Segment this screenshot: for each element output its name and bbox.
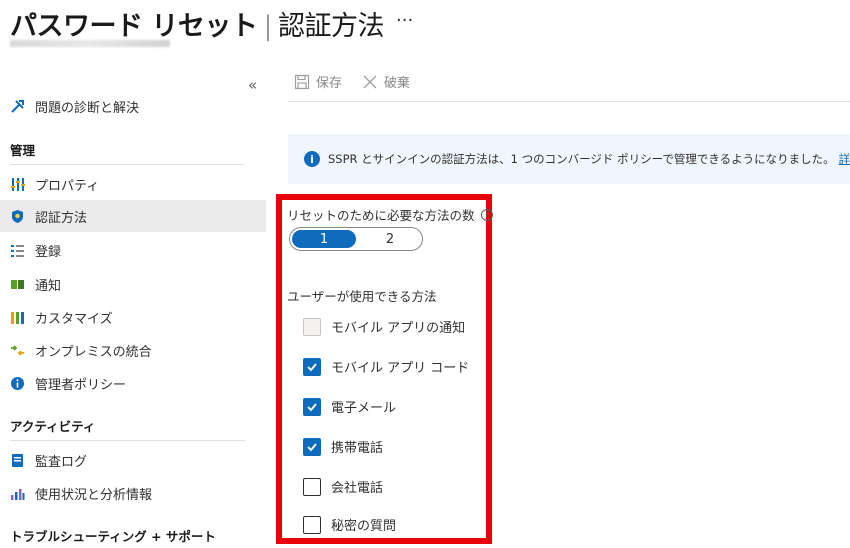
notification-icon [10,277,25,292]
method-label: モバイル アプリの通知 [331,321,466,336]
method-mobile-app-code[interactable]: モバイル アプリ コード [303,357,469,376]
sidebar-item-notifications[interactable]: 通知 [0,268,266,300]
sidebar-item-label: 監査ログ [35,454,88,470]
required-methods-toggle: 1 2 [289,227,423,251]
sidebar-item-label: 使用状況と分析情報 [35,487,153,503]
save-icon [294,74,310,89]
method-label: 電子メール [331,401,397,416]
save-label: 保存 [316,76,343,91]
sidebar-item-auth-methods[interactable]: 認証方法 [0,200,266,232]
checkmark-icon [307,442,317,451]
checkbox[interactable] [303,317,321,336]
required-methods-label: リセットのために必要な方法の数 i [287,205,493,224]
close-icon [363,75,377,88]
required-methods-text: リセットのために必要な方法の数 [287,208,475,223]
toggle-option-1[interactable]: 1 [292,230,356,248]
save-button[interactable]: 保存 [294,72,342,91]
sidebar-item-usage-insights[interactable]: 使用状況と分析情報 [0,477,266,509]
audit-log-icon [10,453,25,468]
checkbox[interactable] [303,437,321,456]
sidebar-item-label: 認証方法 [35,210,88,226]
sidebar-item-label: 管理者ポリシー [35,377,127,393]
toggle-option-2[interactable]: 2 [358,228,422,250]
info-outline-icon[interactable]: i [480,208,493,221]
title-separator: | [263,11,273,42]
wrench-icon [10,99,25,114]
toolbar-divider [288,101,850,102]
info-icon [10,376,25,391]
info-banner: i SSPR とサインインの認証方法は、1 つのコンバージド ポリシーで管理でき… [288,134,850,184]
method-label: モバイル アプリ コード [331,361,470,376]
discard-button[interactable]: 破棄 [362,72,410,91]
sidebar-item-label: 登録 [35,244,62,260]
sidebar-item-label: オンプレミスの統合 [35,344,152,360]
sidebar-item-label: 問題の診断と解決 [35,100,140,116]
analytics-icon [10,486,25,501]
sidebar-item-diagnose[interactable]: 問題の診断と解決 [0,90,266,122]
sidebar-item-label: プロパティ [35,178,100,194]
section-activity: アクティビティ [10,419,96,434]
more-options-icon[interactable]: ··· [396,10,413,31]
method-office-phone[interactable]: 会社電話 [303,477,383,496]
method-label: 秘密の質問 [331,519,397,534]
divider [10,440,245,441]
method-security-questions[interactable]: 秘密の質問 [303,515,396,534]
shield-icon [10,209,25,224]
page-title-main: パスワード リセット [10,11,258,42]
command-bar: 保存 破棄 [294,72,430,91]
method-label: 携帯電話 [331,441,384,456]
sidebar-item-registration[interactable]: 登録 [0,234,266,266]
page-title: パスワード リセット | 認証方法 [10,4,385,43]
page-subtitle: 認証方法 [278,11,385,42]
method-mobile-app-notification[interactable]: モバイル アプリの通知 [303,317,465,336]
method-mobile-phone[interactable]: 携帯電話 [303,437,383,456]
banner-text: SSPR とサインインの認証方法は、1 つのコンバージド ポリシーで管理できるよ… [328,152,835,166]
discard-label: 破棄 [384,76,411,91]
sidebar-item-onprem-integration[interactable]: オンプレミスの統合 [0,334,266,366]
sidebar-item-admin-policy[interactable]: 管理者ポリシー [0,367,266,399]
learn-more-link[interactable]: 詳細情報 [839,151,850,167]
properties-icon [10,177,25,192]
checkbox[interactable] [303,515,321,534]
method-label: 会社電話 [331,481,384,496]
checkmark-icon [307,402,317,411]
section-troubleshooting: トラブルシューティング + サポート [10,529,216,544]
available-methods-label: ユーザーが使用できる方法 [287,289,437,304]
info-icon: i [304,151,320,167]
checkbox[interactable] [303,397,321,416]
sidebar-item-label: カスタマイズ [35,311,113,327]
sidebar-item-properties[interactable]: プロパティ [0,168,266,200]
checkmark-icon [307,362,317,371]
tenant-name-blurred [10,40,170,47]
sidebar-item-customize[interactable]: カスタマイズ [0,301,266,333]
integration-icon [10,343,25,358]
method-email[interactable]: 電子メール [303,397,396,416]
registration-icon [10,243,25,258]
checkbox[interactable] [303,477,321,496]
customize-icon [10,310,25,325]
sidebar-item-label: 通知 [35,278,62,294]
section-manage: 管理 [10,143,36,158]
sidebar-item-audit-log[interactable]: 監査ログ [0,444,266,476]
divider [10,164,245,165]
checkbox[interactable] [303,357,321,376]
